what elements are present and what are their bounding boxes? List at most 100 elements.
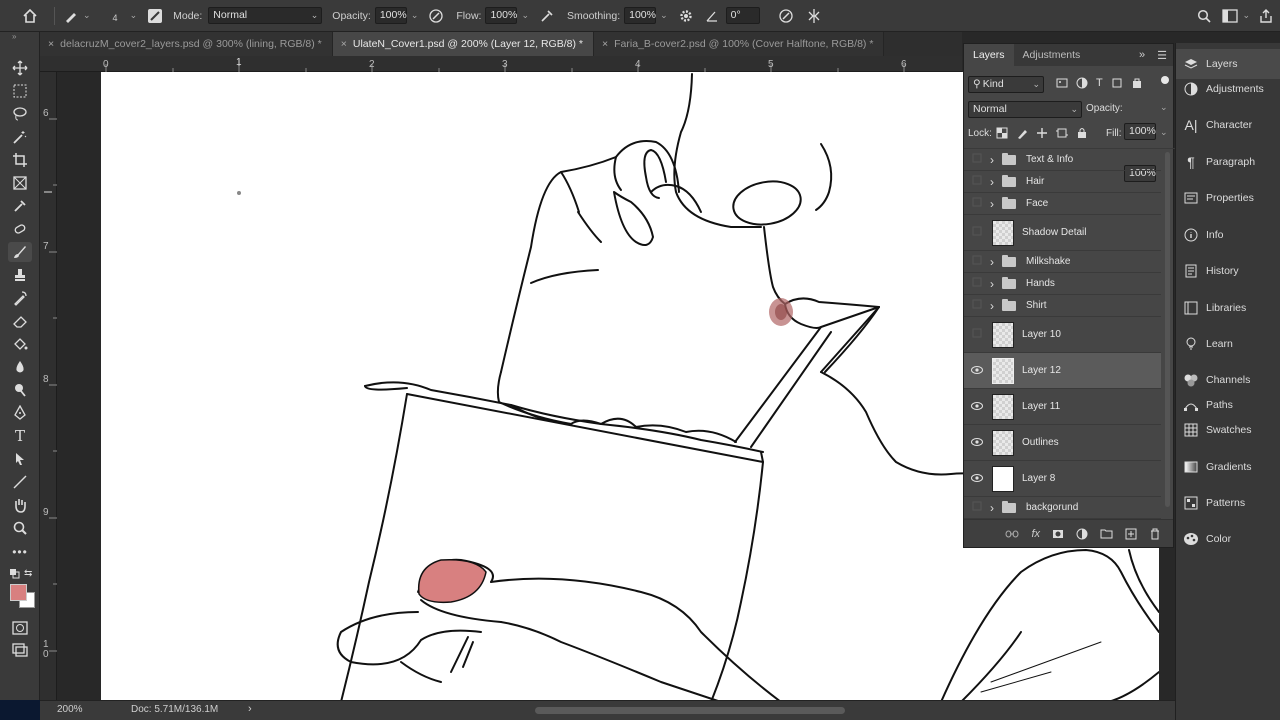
- dock-item-properties[interactable]: Properties: [1176, 183, 1280, 213]
- dock-item-adjustments[interactable]: Adjustments: [1176, 74, 1280, 104]
- close-icon[interactable]: ×: [48, 38, 54, 50]
- symmetry-icon[interactable]: [804, 6, 824, 26]
- chevron-right-icon[interactable]: ›: [990, 255, 1002, 269]
- path-selection-tool-icon[interactable]: [8, 449, 32, 469]
- panel-menu-icon[interactable]: ☰: [1157, 49, 1167, 62]
- eraser-tool-icon[interactable]: [8, 311, 32, 331]
- link-layers-icon[interactable]: [1005, 529, 1019, 539]
- chevron-down-icon[interactable]: ⌄: [83, 10, 91, 21]
- blur-tool-icon[interactable]: [8, 357, 32, 377]
- chevron-right-icon[interactable]: ›: [990, 175, 1002, 189]
- dock-item-history[interactable]: History: [1176, 256, 1280, 286]
- pen-tool-icon[interactable]: [8, 403, 32, 423]
- angle-field[interactable]: 0°: [725, 7, 760, 24]
- flow-field[interactable]: 100%: [485, 7, 518, 24]
- visibility-toggle[interactable]: [964, 153, 990, 166]
- screen-mode-icon[interactable]: [8, 640, 32, 660]
- lock-pixels-icon[interactable]: [1016, 127, 1028, 139]
- swap-colors-icon[interactable]: ⇆: [24, 568, 32, 579]
- default-colors-icon[interactable]: [10, 569, 20, 579]
- dock-item-gradients[interactable]: Gradients: [1176, 452, 1280, 482]
- frame-tool-icon[interactable]: [8, 173, 32, 193]
- opacity-chevron-icon[interactable]: ⌄: [411, 10, 419, 21]
- layers-scrollbar[interactable]: [1165, 152, 1170, 507]
- chevron-right-icon[interactable]: ›: [990, 501, 1002, 515]
- crop-tool-icon[interactable]: [8, 150, 32, 170]
- home-icon[interactable]: [20, 6, 40, 26]
- share-icon[interactable]: [1256, 6, 1276, 26]
- mode-select[interactable]: Normal ⌄: [208, 7, 323, 24]
- layer-row[interactable]: › Milkshake: [964, 251, 1161, 273]
- marquee-tool-icon[interactable]: [8, 81, 32, 101]
- layer-row[interactable]: Outlines: [964, 425, 1161, 461]
- lasso-tool-icon[interactable]: [8, 104, 32, 124]
- new-group-icon[interactable]: [1100, 528, 1113, 539]
- brush-settings-panel-icon[interactable]: [145, 6, 165, 26]
- status-menu-arrow[interactable]: ›: [248, 703, 252, 715]
- zoom-tool-icon[interactable]: [8, 518, 32, 538]
- brush-size-chevron-icon[interactable]: ⌄: [130, 10, 138, 21]
- opacity-field[interactable]: 100%: [374, 7, 407, 24]
- close-icon[interactable]: ×: [602, 38, 608, 50]
- hand-tool-icon[interactable]: [8, 495, 32, 515]
- add-mask-icon[interactable]: [1052, 528, 1064, 540]
- flow-chevron-icon[interactable]: ⌄: [521, 10, 529, 21]
- search-icon[interactable]: [1194, 6, 1214, 26]
- tab-document-2[interactable]: × UlateN_Cover1.psd @ 200% (Layer 12, RGB…: [332, 32, 594, 56]
- tab-adjustments[interactable]: Adjustments: [1014, 44, 1090, 66]
- lock-all-icon[interactable]: [1076, 127, 1088, 139]
- type-tool-icon[interactable]: T: [8, 426, 32, 446]
- workspace-chevron-icon[interactable]: ⌄: [1242, 10, 1250, 21]
- pixel-filter-icon[interactable]: [1056, 77, 1068, 89]
- clone-stamp-tool-icon[interactable]: [8, 265, 32, 285]
- move-tool-icon[interactable]: [8, 58, 32, 78]
- workspace-icon[interactable]: [1220, 6, 1240, 26]
- eye-icon[interactable]: [964, 437, 990, 449]
- chevron-right-icon[interactable]: ›: [990, 153, 1002, 167]
- smoothing-field[interactable]: 100%: [624, 7, 657, 24]
- dock-item-learn[interactable]: Learn: [1176, 329, 1280, 359]
- type-filter-icon[interactable]: T: [1096, 77, 1103, 89]
- dock-item-swatches[interactable]: Swatches: [1176, 415, 1280, 445]
- visibility-toggle[interactable]: [964, 226, 990, 239]
- dock-item-color[interactable]: Color: [1176, 524, 1280, 554]
- line-tool-icon[interactable]: [8, 472, 32, 492]
- new-layer-icon[interactable]: [1125, 528, 1137, 540]
- visibility-toggle[interactable]: [964, 175, 990, 188]
- new-adjustment-icon[interactable]: [1076, 528, 1088, 540]
- smart-object-filter-icon[interactable]: [1131, 77, 1143, 89]
- layer-row[interactable]: Layer 8: [964, 461, 1161, 497]
- pressure-size-icon[interactable]: [776, 6, 796, 26]
- pressure-opacity-icon[interactable]: [426, 6, 446, 26]
- horizontal-scrollbar[interactable]: [535, 707, 845, 714]
- tab-document-3[interactable]: × Faria_B-cover2.psd @ 100% (Cover Halfto…: [594, 32, 885, 56]
- visibility-toggle[interactable]: [964, 255, 990, 268]
- zoom-level[interactable]: 200%: [57, 704, 83, 715]
- brush-tool-preset-icon[interactable]: [61, 6, 81, 26]
- layer-row[interactable]: › Text & Info: [964, 149, 1161, 171]
- collapse-panels-icon[interactable]: »: [1139, 49, 1145, 61]
- chevron-right-icon[interactable]: ›: [990, 277, 1002, 291]
- dock-item-character[interactable]: A| Character: [1176, 110, 1280, 140]
- visibility-toggle[interactable]: [964, 501, 990, 514]
- visibility-toggle[interactable]: [964, 328, 990, 341]
- chevron-right-icon[interactable]: ›: [990, 299, 1002, 313]
- trash-icon[interactable]: [1149, 528, 1161, 540]
- layer-row[interactable]: Shadow Detail: [964, 215, 1161, 251]
- lock-transparent-icon[interactable]: [996, 127, 1008, 139]
- chevron-right-icon[interactable]: ›: [990, 197, 1002, 211]
- more-tools-icon[interactable]: •••: [8, 542, 32, 562]
- filter-toggle[interactable]: [1161, 76, 1169, 84]
- tab-document-1[interactable]: × delacruzM_cover2_layers.psd @ 300% (lin…: [40, 32, 333, 56]
- layer-row[interactable]: › Hands: [964, 273, 1161, 295]
- smoothing-chevron-icon[interactable]: ⌄: [660, 10, 668, 21]
- tab-layers[interactable]: Layers: [964, 44, 1014, 66]
- brush-tool-icon[interactable]: [8, 242, 32, 262]
- shape-filter-icon[interactable]: [1111, 77, 1123, 89]
- quick-mask-icon[interactable]: [8, 618, 32, 638]
- eye-icon[interactable]: [964, 365, 990, 377]
- layer-row[interactable]: Layer 11: [964, 389, 1161, 425]
- visibility-toggle[interactable]: [964, 197, 990, 210]
- visibility-toggle[interactable]: [964, 277, 990, 290]
- foreground-color-swatch[interactable]: [10, 584, 27, 601]
